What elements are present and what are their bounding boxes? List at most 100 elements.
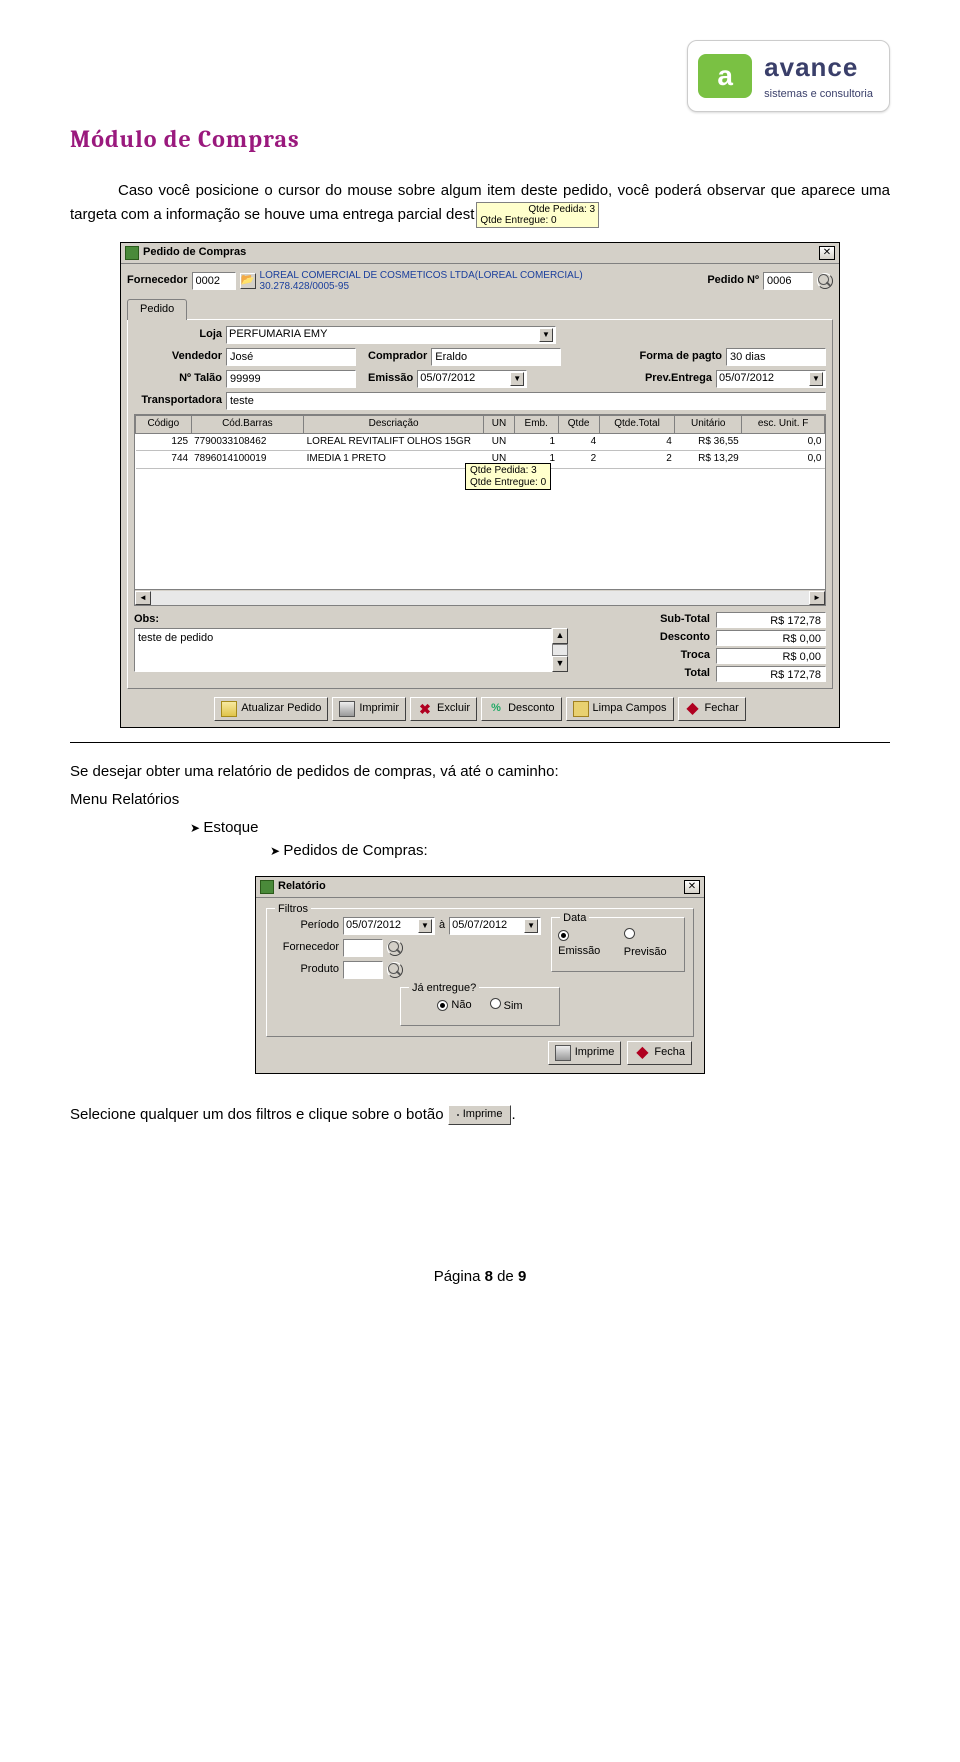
talao-input[interactable]: 99999 <box>226 370 356 388</box>
window-pedido-de-compras: Pedido de Compras ✕ Fornecedor 0002 📂 LO… <box>120 242 840 728</box>
totals-panel: Sub-Total R$ 172,78 Desconto R$ 0,00 Troca… <box>576 612 826 682</box>
menu-l2: Pedidos de Compras: <box>270 840 890 862</box>
table-row[interactable]: 125 7790033108462 LOREAL REVITALIFT OLHO… <box>136 433 825 451</box>
chevron-down-icon: ▼ <box>418 919 432 933</box>
loja-select[interactable]: PERFUMARIA EMY▼ <box>226 326 556 344</box>
fechar-button[interactable]: ◆Fechar <box>678 697 746 721</box>
chevron-down-icon: ▼ <box>510 372 524 386</box>
label-vendedor: Vendedor <box>134 349 222 365</box>
periodo-to-date[interactable]: 05/07/2012▼ <box>449 917 541 935</box>
legend-data: Data <box>560 911 589 927</box>
tab-pedido[interactable]: Pedido <box>127 299 187 320</box>
radio-emissao[interactable]: Emissão <box>558 928 612 960</box>
label-troca: Troca <box>681 648 710 664</box>
prev-entrega-date[interactable]: 05/07/2012▼ <box>716 370 826 388</box>
brand-name: avance <box>764 49 873 87</box>
close-icon: ◆ <box>634 1045 650 1061</box>
label-loja: Loja <box>134 327 222 343</box>
obs-textarea[interactable]: teste de pedido <box>134 628 552 672</box>
chevron-down-icon: ▼ <box>539 328 553 342</box>
value-troca: R$ 0,00 <box>716 648 826 664</box>
percent-icon: % <box>488 701 504 717</box>
label-fornecedor: Fornecedor <box>127 273 188 289</box>
save-icon <box>221 701 237 717</box>
tooltip-inline: Qtde Pedida: 3Qtde Entregue: 0 <box>476 202 599 228</box>
delete-icon: ✖ <box>417 701 433 717</box>
label-subtotal: Sub-Total <box>660 612 710 628</box>
value-subtotal: R$ 172,78 <box>716 612 826 628</box>
radio-sim[interactable]: Sim <box>490 998 523 1015</box>
label-emissao: Emissão <box>368 371 413 387</box>
brand-logo-icon: a <box>698 54 752 98</box>
radio-previsao[interactable]: Previsão <box>624 928 678 961</box>
atualizar-button[interactable]: Atualizar Pedido <box>214 697 328 721</box>
radio-nao[interactable]: Não <box>437 998 471 1014</box>
fornecedor-input[interactable] <box>343 939 383 957</box>
scroll-up-icon[interactable]: ▲ <box>552 628 568 644</box>
legend-entregue: Já entregue? <box>409 981 479 997</box>
imprimir-button[interactable]: Imprimir <box>332 697 406 721</box>
group-entregue: Já entregue? Não Sim <box>400 987 560 1026</box>
page-footer: Página 8 de 9 <box>70 1266 890 1288</box>
titlebar: Pedido de Compras ✕ <box>121 243 839 264</box>
label-desconto: Desconto <box>660 630 710 646</box>
chevron-down-icon: ▼ <box>524 919 538 933</box>
scroll-down-icon[interactable]: ▼ <box>552 656 568 672</box>
scroll-left-icon[interactable]: ◄ <box>135 591 151 605</box>
forma-pagto-input[interactable]: 30 dias <box>726 348 826 366</box>
label-fornecedor: Fornecedor <box>275 940 339 956</box>
window-title: Pedido de Compras <box>143 245 246 261</box>
titlebar: Relatório ✕ <box>256 877 704 898</box>
excluir-button[interactable]: ✖Excluir <box>410 697 477 721</box>
search-icon[interactable] <box>387 940 403 956</box>
brand-card: a avance sistemas e consultoria <box>687 40 890 112</box>
items-grid[interactable]: CódigoCód.Barras DescriaçãoUN Emb.Qtde Q… <box>134 414 826 590</box>
vendedor-input[interactable]: José <box>226 348 356 366</box>
search-icon[interactable] <box>817 273 833 289</box>
close-icon[interactable]: ✕ <box>684 880 700 894</box>
label-periodo: Período <box>275 918 339 934</box>
menu-root: Menu Relatórios <box>70 789 890 811</box>
app-icon <box>260 880 274 894</box>
emissao-date[interactable]: 05/07/2012▼ <box>417 370 527 388</box>
label-prev-entrega: Prev.Entrega <box>645 371 712 387</box>
tooltip-qtde: Qtde Pedida: 3Qtde Entregue: 0 <box>465 463 551 490</box>
legend-filtros: Filtros <box>275 902 311 918</box>
fecha-button[interactable]: ◆Fecha <box>627 1041 692 1065</box>
desconto-button[interactable]: %Desconto <box>481 697 561 721</box>
produto-input[interactable] <box>343 961 383 979</box>
scroll-right-icon[interactable]: ► <box>809 591 825 605</box>
pedido-no-input[interactable]: 0006 <box>763 272 813 290</box>
paragraph-select-filter: Selecione qualquer um dos filtros e cliq… <box>70 1104 890 1126</box>
periodo-from-date[interactable]: 05/07/2012▼ <box>343 917 435 935</box>
brand-bar: a avance sistemas e consultoria <box>70 40 890 112</box>
search-icon[interactable] <box>387 962 403 978</box>
action-bar: Atualizar Pedido Imprimir ✖Excluir %Desc… <box>127 697 833 721</box>
printer-icon <box>555 1045 571 1061</box>
transportadora-input[interactable]: teste <box>226 392 826 410</box>
brand-tagline: sistemas e consultoria <box>764 87 873 103</box>
separator <box>70 742 890 743</box>
menu-l1: Estoque Pedidos de Compras: <box>190 817 890 863</box>
label-comprador: Comprador <box>368 349 427 365</box>
folder-open-icon[interactable]: 📂 <box>240 273 256 289</box>
section-title: Módulo de Compras <box>70 122 890 157</box>
fornecedor-code-input[interactable]: 0002 <box>192 272 236 290</box>
close-icon[interactable]: ✕ <box>819 246 835 260</box>
grid-header-row: CódigoCód.Barras DescriaçãoUN Emb.Qtde Q… <box>136 416 825 434</box>
imprime-button[interactable]: Imprime <box>548 1041 622 1065</box>
value-desconto: R$ 0,00 <box>716 630 826 646</box>
limpa-button[interactable]: Limpa Campos <box>566 697 674 721</box>
paragraph-intro: Caso você posicione o cursor do mouse so… <box>70 180 890 228</box>
printer-icon <box>339 701 355 717</box>
paragraph-relatorio-intro: Se desejar obter uma relatório de pedido… <box>70 761 890 783</box>
window-relatorio: Relatório ✕ Filtros Período 05/07/2012▼ … <box>255 876 705 1074</box>
comprador-input[interactable]: Eraldo <box>431 348 561 366</box>
fornecedor-name: LOREAL COMERCIAL DE COSMETICOS LTDA(LORE… <box>260 270 704 292</box>
value-total: R$ 172,78 <box>716 666 826 682</box>
grid-scrollbar[interactable]: ◄ ► <box>134 590 826 606</box>
label-produto: Produto <box>275 962 339 978</box>
label-a: à <box>439 918 445 934</box>
label-forma-pagto: Forma de pagto <box>639 349 722 365</box>
app-icon <box>125 246 139 260</box>
